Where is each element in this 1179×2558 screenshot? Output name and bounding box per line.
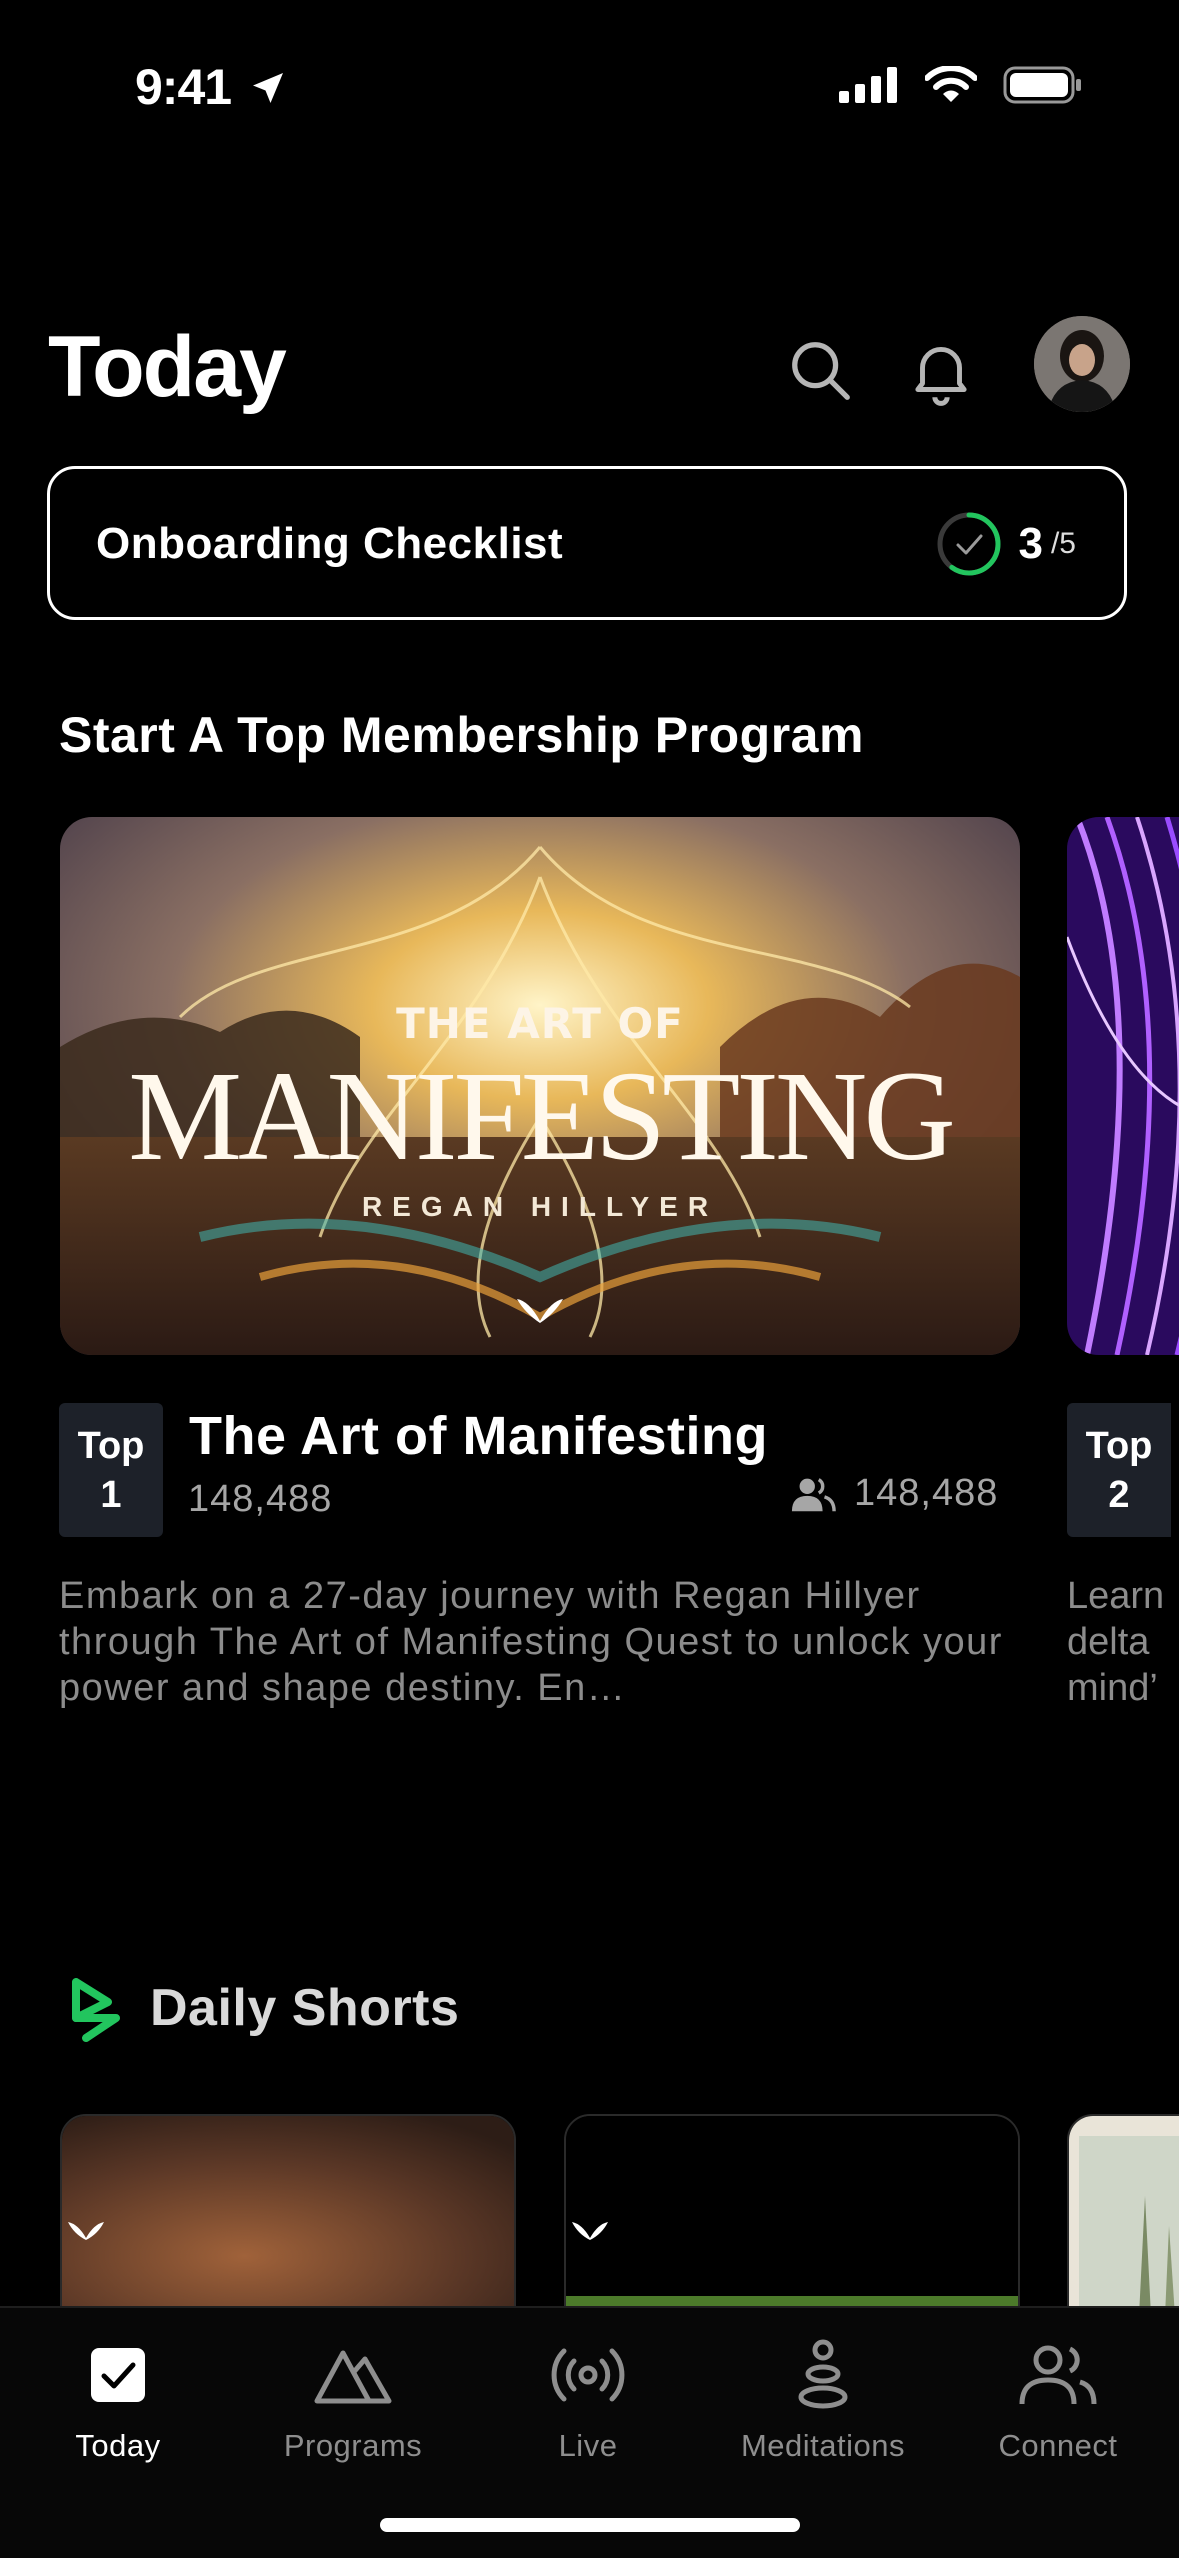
cover-title-main: MANIFESTING [128, 1045, 956, 1187]
broadcast-icon [551, 2348, 625, 2402]
checklist-total-count: /5 [1050, 527, 1076, 560]
bell-icon [915, 347, 967, 406]
status-time-text: 9:41 [135, 59, 232, 115]
section-title-daily-shorts: Daily Shorts [150, 1979, 460, 2037]
checklist-progress: 3 /5 [934, 509, 1076, 579]
people-icon [791, 1477, 836, 1511]
description-line: Learn [1067, 1575, 1165, 1617]
rank-number: 2 [1108, 1474, 1130, 1516]
tab-today[interactable]: Today [3, 2338, 233, 2464]
program-count: 148,488 [188, 1478, 333, 1520]
notifications-button[interactable] [900, 330, 982, 412]
search-button[interactable] [780, 330, 862, 412]
progress-ring-icon [937, 512, 1001, 576]
program-cover-artwork-2 [1067, 817, 1179, 1355]
program-description: Embark on a 27-day journey with Regan Hi… [59, 1575, 1003, 1709]
page-title: Today [48, 319, 287, 415]
short-card-2[interactable] [564, 2114, 1020, 2314]
meditation-icon [798, 2339, 848, 2409]
tab-label: Today [75, 2428, 161, 2463]
program-members-count: 148,488 [854, 1472, 999, 1514]
signal-icon [839, 67, 897, 103]
tab-label: Connect [998, 2428, 1118, 2463]
tab-programs[interactable]: Programs [238, 2338, 468, 2464]
short-thumbnail [566, 2116, 1018, 2312]
tab-live[interactable]: Live [473, 2338, 703, 2464]
description-line: delta [1067, 1621, 1150, 1663]
rank-label: Top [77, 1425, 145, 1467]
people-icon [1019, 2345, 1097, 2405]
profile-photo [1034, 316, 1130, 412]
tab-label: Programs [283, 2428, 423, 2463]
tab-label: Meditations [740, 2428, 906, 2463]
tab-connect[interactable]: Connect [943, 2338, 1173, 2464]
tab-meditations[interactable]: Meditations [708, 2338, 938, 2464]
rank-badge-1: Top 1 [59, 1403, 163, 1537]
onboarding-checklist-card[interactable]: Onboarding Checklist 3 /5 [47, 466, 1127, 620]
program-cover-2[interactable] [1067, 817, 1179, 1355]
rank-number: 1 [100, 1474, 122, 1516]
status-time: 9:41 [135, 58, 288, 116]
mountain-icon [314, 2350, 392, 2404]
short-thumbnail [62, 2116, 514, 2312]
checklist-title: Onboarding Checklist [96, 519, 564, 568]
program-title[interactable]: The Art of Manifesting [189, 1405, 768, 1467]
rank-badge-2: Top 2 [1067, 1403, 1171, 1537]
cover-title-top: THE ART OF [396, 999, 684, 1048]
daily-shorts-icon [72, 1978, 120, 2042]
tab-label: Live [558, 2428, 618, 2463]
location-arrow-icon [252, 73, 283, 103]
short-card-3[interactable] [1067, 2114, 1179, 2314]
avatar[interactable] [1034, 316, 1130, 412]
short-thumbnail [1069, 2116, 1179, 2312]
short-card-1[interactable] [60, 2114, 516, 2314]
program-cover-art-of-manifesting[interactable]: THE ART OF MANIFESTING REGAN HILLYER [60, 817, 1020, 1355]
wifi-icon [925, 66, 977, 102]
section-title-programs: Start A Top Membership Program [59, 707, 864, 763]
status-icons [839, 66, 1083, 104]
checklist-completed-count: 3 [1018, 519, 1043, 568]
program-description-2: Learn delta mind’ [1067, 1573, 1179, 1711]
search-icon [792, 342, 850, 400]
description-line: mind’ [1067, 1667, 1158, 1709]
mindvalley-logo-icon [517, 1299, 563, 1323]
cover-author: REGAN HILLYER [361, 1191, 719, 1222]
home-indicator[interactable] [380, 2518, 800, 2532]
battery-icon [1003, 66, 1081, 104]
rank-label: Top [1085, 1425, 1153, 1467]
checkbox-icon [91, 2348, 145, 2402]
program-members: 148,488 [790, 1472, 998, 1515]
